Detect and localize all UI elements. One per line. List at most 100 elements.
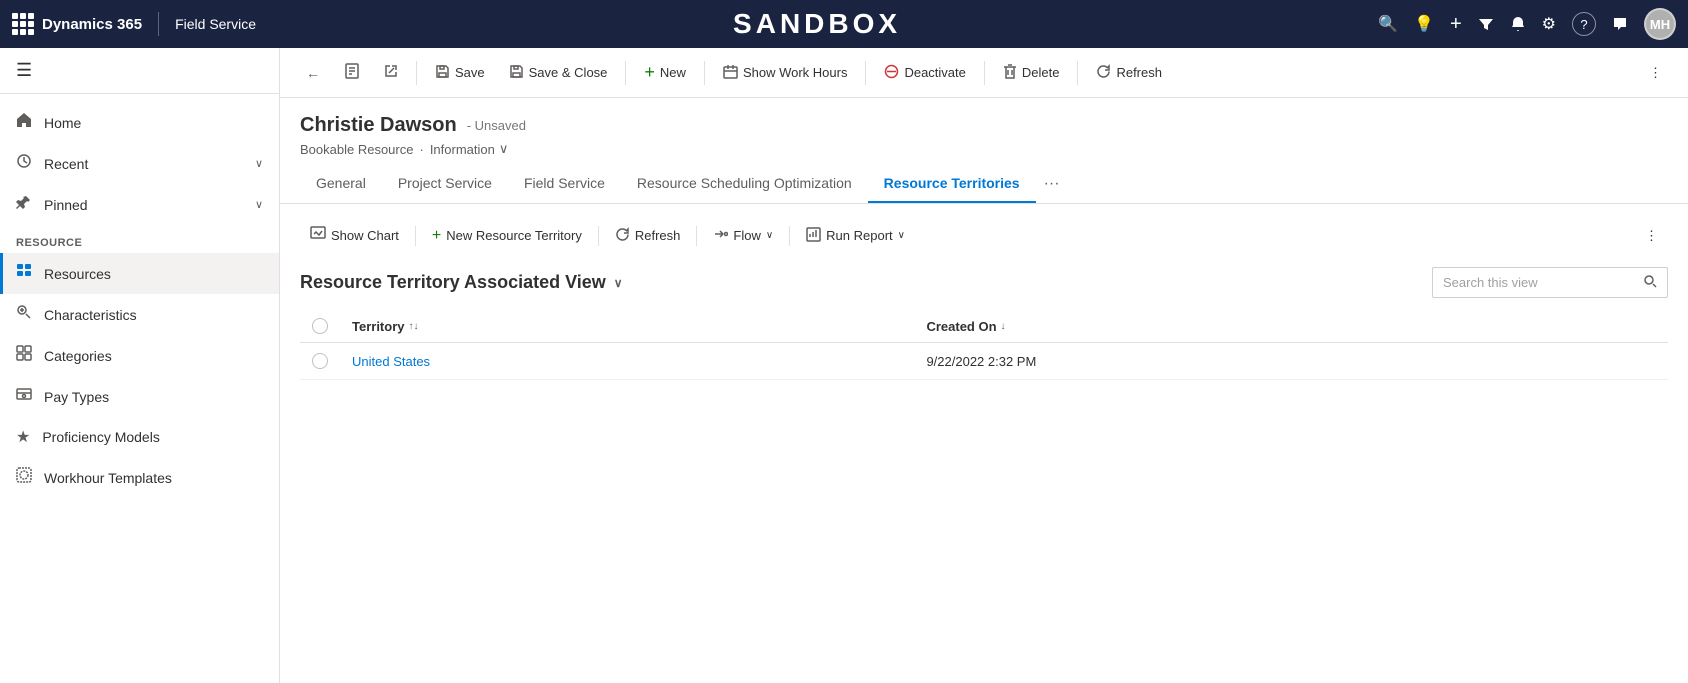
refresh-button[interactable]: Refresh — [1086, 58, 1172, 88]
search-button[interactable]: 🔍 — [1378, 14, 1398, 34]
separator-5 — [984, 61, 985, 85]
sidebar-item-categories[interactable]: Categories — [0, 335, 279, 376]
refresh-icon — [1096, 64, 1111, 82]
sub-sep-1 — [415, 226, 416, 246]
record-header: Christie Dawson - Unsaved Bookable Resou… — [280, 98, 1688, 157]
tab-resource-territories[interactable]: Resource Territories — [868, 165, 1036, 203]
sidebar-item-proficiency-models[interactable]: ★ Proficiency Models — [0, 417, 279, 457]
sidebar-item-recent[interactable]: Recent ∨ — [0, 143, 279, 184]
hamburger-button[interactable]: ☰ — [16, 60, 32, 81]
flow-button[interactable]: Flow ∨ — [703, 221, 783, 251]
app-grid-button[interactable] — [12, 13, 34, 35]
tabs-more-button[interactable]: ··· — [1036, 165, 1068, 203]
view-selector[interactable]: Information ∨ — [430, 141, 509, 157]
territory-column-header[interactable]: Territory ↑↓ — [340, 310, 914, 343]
back-button[interactable]: ← — [296, 59, 330, 87]
sidebar-item-home[interactable]: Home — [0, 102, 279, 143]
record-icon-button[interactable] — [334, 57, 370, 88]
toolbar-more-button[interactable]: ⋮ — [1639, 59, 1672, 87]
record-title: Christie Dawson - Unsaved — [300, 114, 1668, 137]
row-selector-header — [300, 310, 340, 343]
tab-field-service[interactable]: Field Service — [508, 165, 621, 203]
search-icon[interactable] — [1633, 268, 1667, 297]
delete-button[interactable]: Delete — [993, 58, 1070, 88]
run-report-label: Run Report — [826, 228, 892, 243]
filter-button[interactable] — [1478, 16, 1494, 32]
created-on-cell: 9/22/2022 2:32 PM — [914, 343, 1668, 380]
created-on-sort[interactable]: Created On ↓ — [926, 319, 1656, 334]
show-chart-button[interactable]: Show Chart — [300, 220, 409, 251]
tab-project-service[interactable]: Project Service — [382, 165, 508, 203]
home-icon — [16, 112, 32, 133]
show-work-hours-button[interactable]: Show Work Hours — [713, 58, 858, 88]
sub-refresh-button[interactable]: Refresh — [605, 221, 691, 251]
add-button[interactable]: + — [1450, 13, 1462, 36]
sidebar-item-characteristics-label: Characteristics — [44, 307, 137, 323]
new-territory-icon: + — [432, 227, 441, 245]
lightbulb-button[interactable]: 💡 — [1414, 14, 1434, 34]
run-report-chevron-icon: ∨ — [898, 230, 905, 241]
run-report-button[interactable]: Run Report ∨ — [796, 221, 915, 251]
created-on-column-header[interactable]: Created On ↓ — [914, 310, 1668, 343]
sidebar-nav: Home Recent ∨ Pinned ∨ Resource — [0, 94, 279, 506]
deactivate-icon — [884, 64, 899, 82]
user-avatar[interactable]: MH — [1644, 8, 1676, 40]
save-label: Save — [455, 65, 485, 80]
recent-chevron-icon: ∨ — [255, 157, 263, 170]
nav-divider — [158, 12, 159, 36]
new-resource-territory-label: New Resource Territory — [446, 228, 582, 243]
pay-types-icon — [16, 386, 32, 407]
chat-button[interactable] — [1612, 16, 1628, 32]
categories-icon — [16, 345, 32, 366]
sidebar-top: ☰ — [0, 48, 279, 94]
sidebar-item-proficiency-label: Proficiency Models — [42, 429, 160, 445]
sandbox-title: SANDBOX — [264, 8, 1370, 40]
resources-icon — [16, 263, 32, 284]
sidebar-item-pay-types-label: Pay Types — [44, 389, 109, 405]
save-icon — [435, 64, 450, 82]
sidebar-item-pinned[interactable]: Pinned ∨ — [0, 184, 279, 225]
record-subtitle: Bookable Resource · Information ∨ — [300, 141, 1668, 157]
proficiency-icon: ★ — [16, 427, 30, 447]
unsaved-badge: - Unsaved — [467, 118, 526, 133]
content-area: ← Save — [280, 48, 1688, 683]
sub-toolbar: Show Chart + New Resource Territory Refr… — [300, 220, 1668, 251]
top-nav-icons: 🔍 💡 + ⚙ ? MH — [1378, 8, 1676, 40]
sidebar-item-categories-label: Categories — [44, 348, 112, 364]
sub-more-button[interactable]: ⋮ — [1635, 222, 1668, 250]
tabs: General Project Service Field Service Re… — [280, 157, 1688, 204]
help-button[interactable]: ? — [1572, 12, 1596, 36]
tab-general[interactable]: General — [300, 165, 382, 203]
app-name: Dynamics 365 — [42, 16, 142, 33]
territory-sort[interactable]: Territory ↑↓ — [352, 319, 902, 334]
sidebar-item-pay-types[interactable]: Pay Types — [0, 376, 279, 417]
open-in-new-button[interactable] — [374, 58, 408, 87]
search-input[interactable] — [1433, 269, 1633, 296]
deactivate-button[interactable]: Deactivate — [874, 58, 975, 88]
save-close-button[interactable]: Save & Close — [499, 58, 618, 88]
row-select-checkbox[interactable] — [312, 353, 328, 369]
view-title-text: Resource Territory Associated View — [300, 272, 606, 293]
view-chevron-icon: ∨ — [499, 141, 509, 157]
save-button[interactable]: Save — [425, 58, 495, 88]
settings-button[interactable]: ⚙ — [1542, 14, 1556, 34]
sidebar-item-characteristics[interactable]: Characteristics — [0, 294, 279, 335]
notifications-button[interactable] — [1510, 16, 1526, 32]
sidebar-item-workhour-templates[interactable]: Workhour Templates — [0, 457, 279, 498]
grid-icon — [12, 13, 34, 35]
new-icon: + — [644, 62, 655, 83]
new-button[interactable]: + New — [634, 56, 696, 89]
table-row: United States 9/22/2022 2:32 PM — [300, 343, 1668, 380]
show-chart-label: Show Chart — [331, 228, 399, 243]
new-resource-territory-button[interactable]: + New Resource Territory — [422, 221, 592, 251]
created-on-sort-icons: ↓ — [1001, 321, 1006, 332]
search-box — [1432, 267, 1668, 298]
calendar-icon — [723, 64, 738, 82]
territory-link[interactable]: United States — [352, 354, 430, 369]
sub-sep-4 — [789, 226, 790, 246]
tab-rso[interactable]: Resource Scheduling Optimization — [621, 165, 868, 203]
sidebar-item-resources[interactable]: Resources — [0, 253, 279, 294]
view-title[interactable]: Resource Territory Associated View ∨ — [300, 272, 623, 293]
select-all-checkbox[interactable] — [312, 318, 328, 334]
separator-6 — [1077, 61, 1078, 85]
